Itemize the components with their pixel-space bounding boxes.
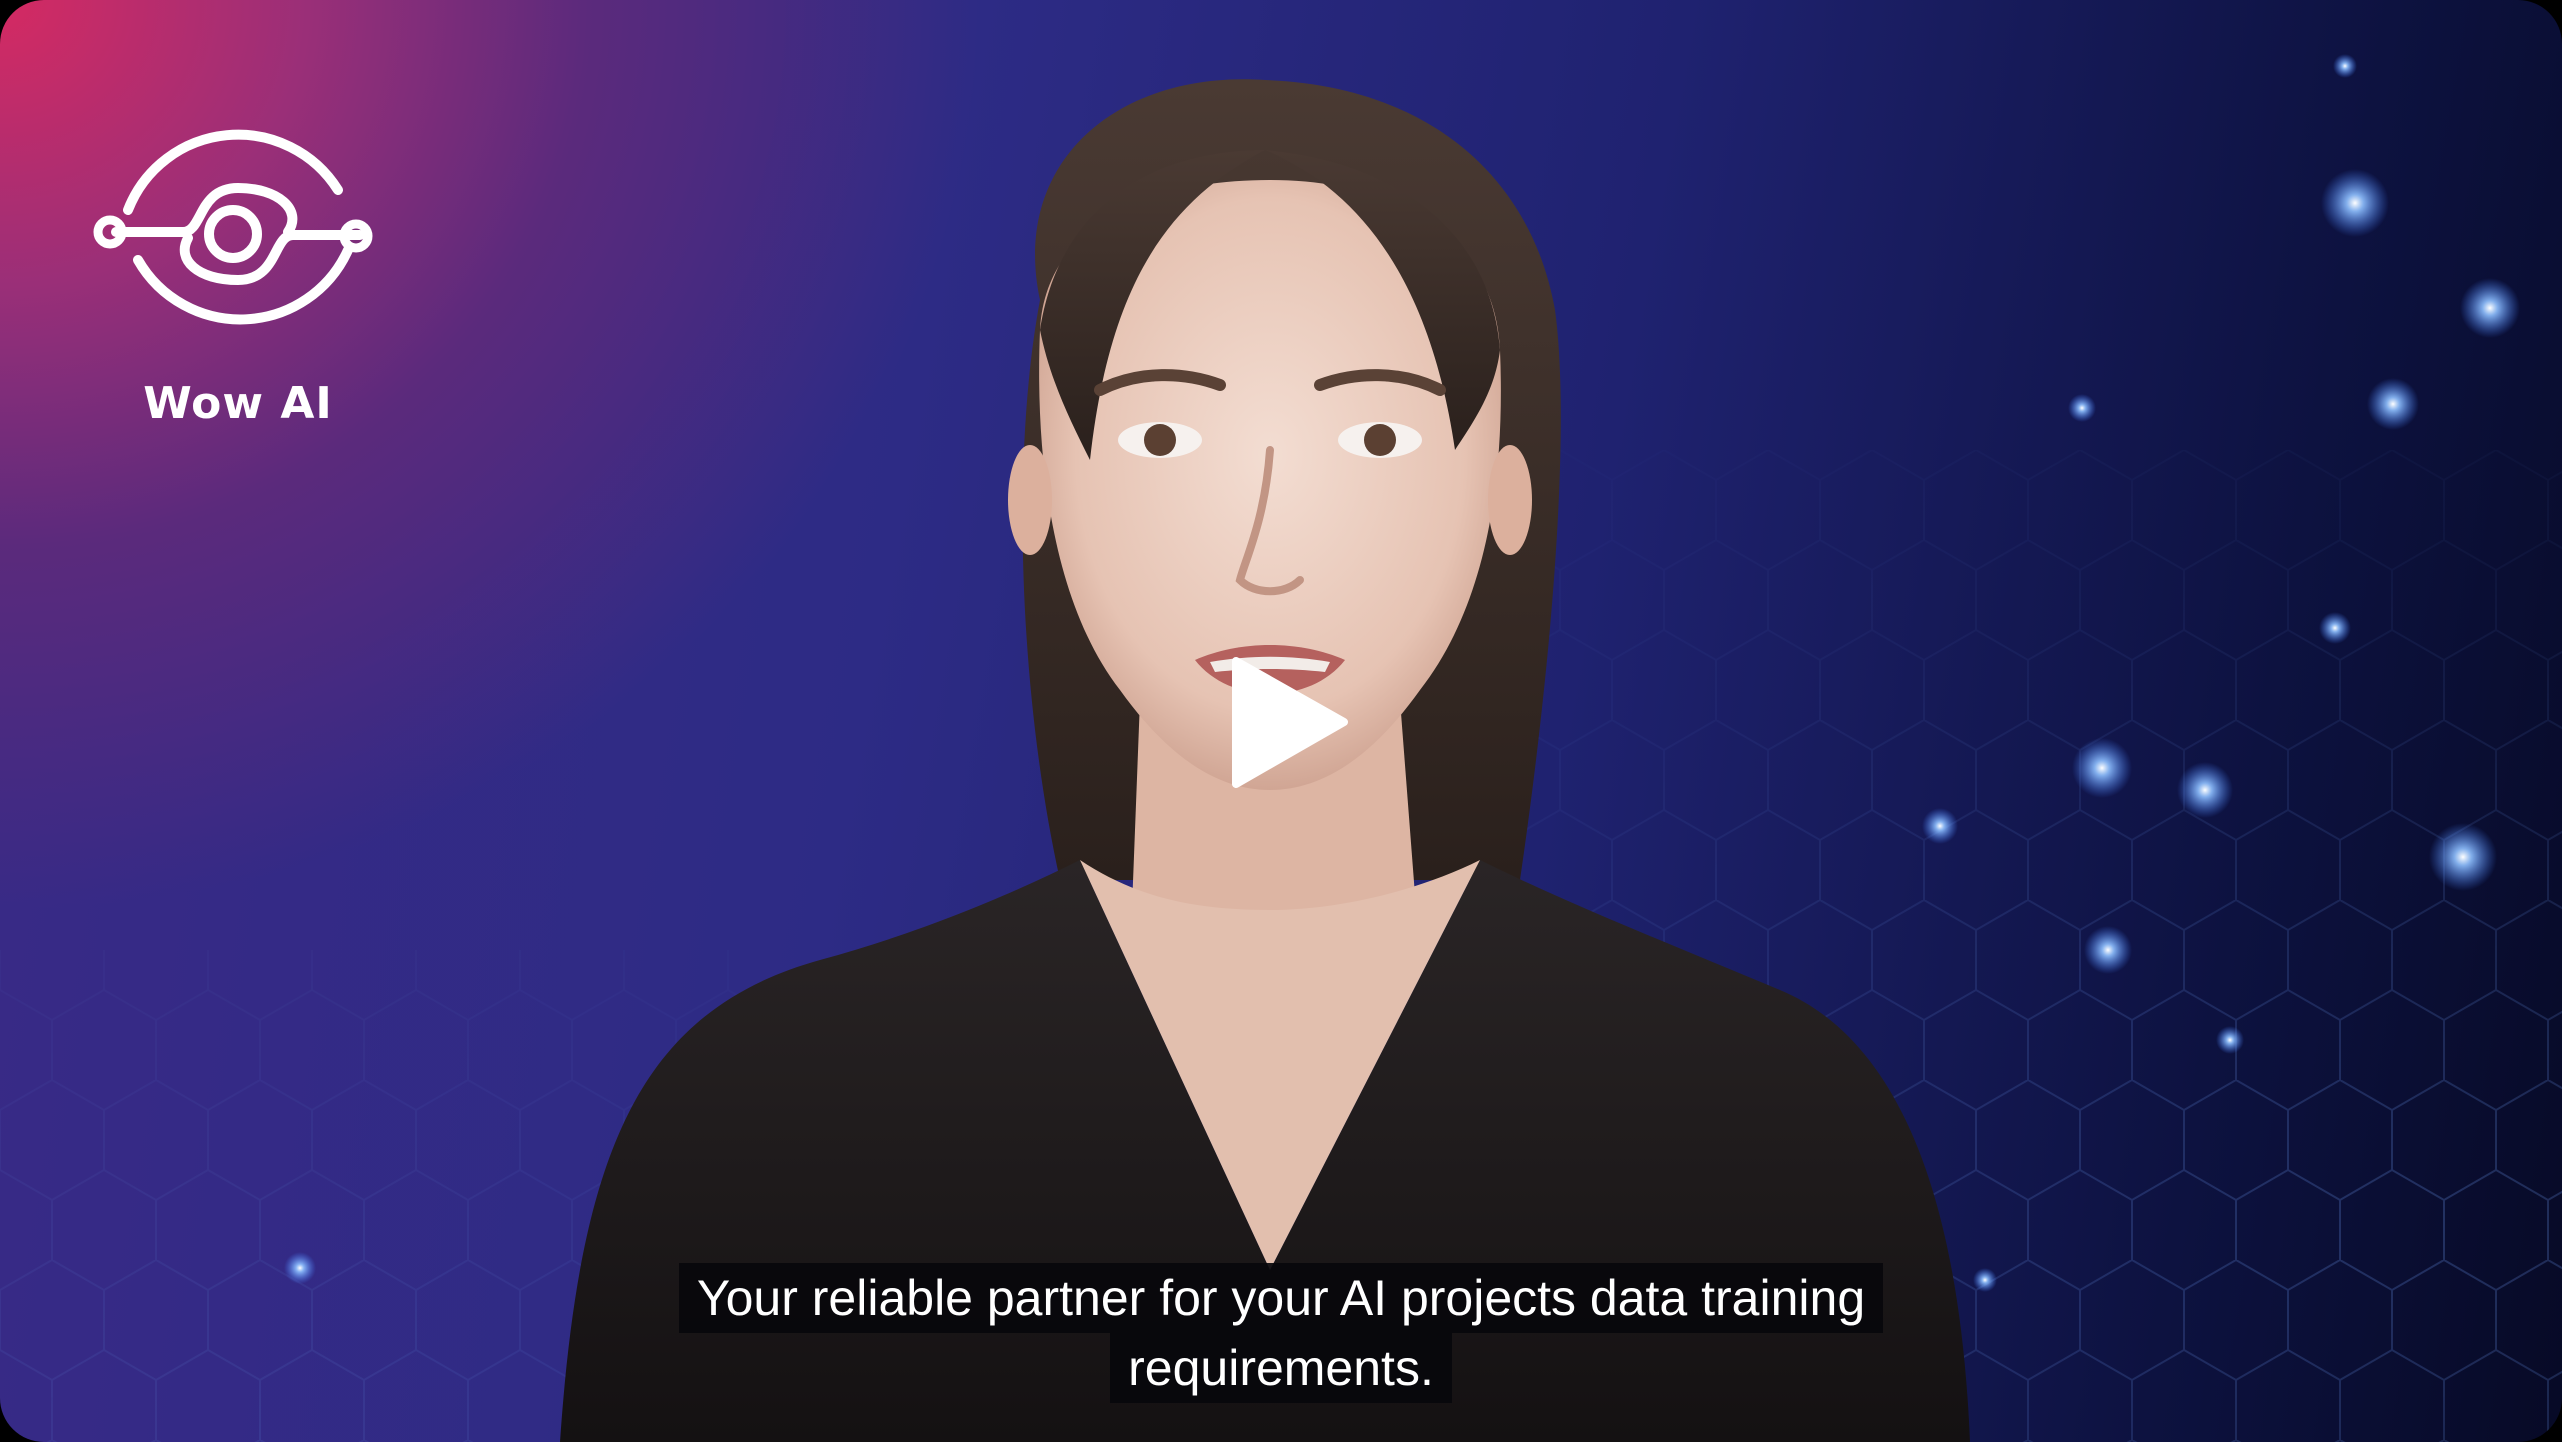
play-button[interactable] xyxy=(1230,655,1350,790)
subtitles: Your reliable partner for your AI projec… xyxy=(0,1263,2562,1403)
caption-line-2: requirements. xyxy=(1110,1333,1452,1403)
video-player[interactable]: Wow AI Your reliable partner for your AI… xyxy=(0,0,2562,1442)
caption-line-1: Your reliable partner for your AI projec… xyxy=(678,1263,1884,1333)
play-icon xyxy=(1232,657,1348,788)
